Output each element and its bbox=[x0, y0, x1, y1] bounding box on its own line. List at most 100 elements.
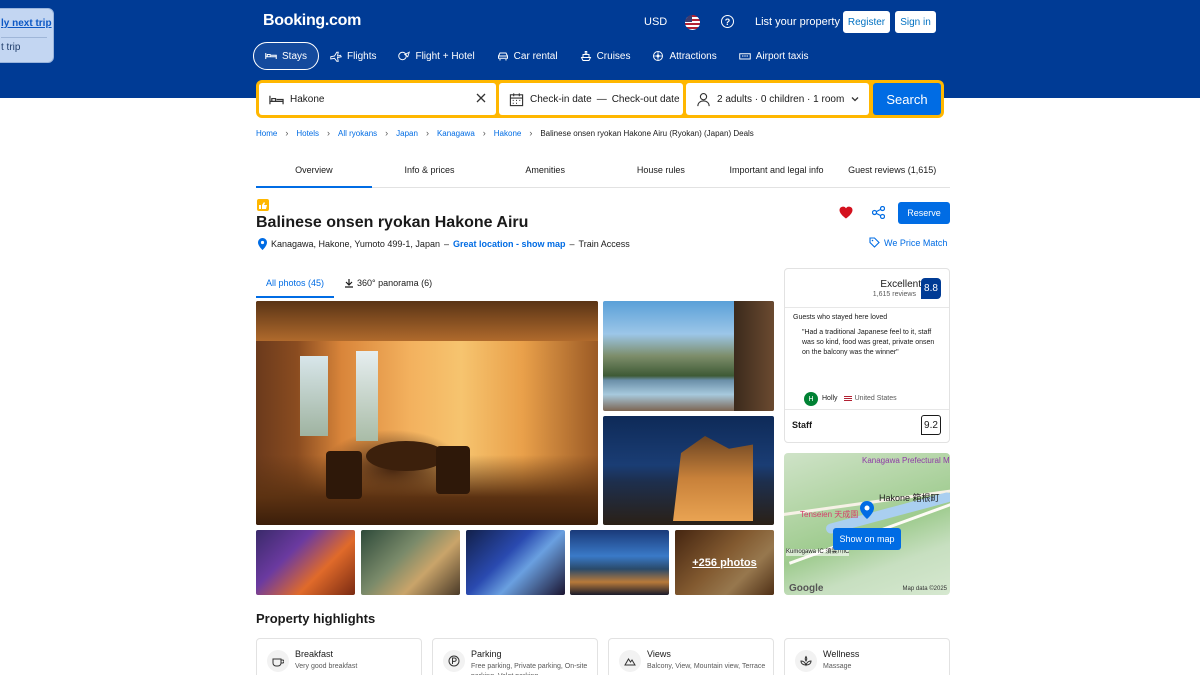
mountain-icon bbox=[624, 658, 636, 666]
tab-amenities[interactable]: Amenities bbox=[487, 155, 603, 187]
tab-overview[interactable]: Overview bbox=[256, 155, 372, 188]
taxi-icon bbox=[738, 53, 751, 60]
train-access-text: Train Access bbox=[578, 239, 630, 249]
booking-logo[interactable]: Booking.com bbox=[263, 12, 361, 30]
onsen-view-photo[interactable] bbox=[603, 301, 774, 411]
highlight-card-parking: Parking Free parking, Private parking, O… bbox=[432, 638, 598, 675]
thumbnail-photo[interactable] bbox=[570, 530, 669, 595]
price-match-link[interactable]: We Price Match bbox=[869, 237, 947, 248]
destination-field[interactable]: Hakone bbox=[259, 83, 496, 115]
photo-frame bbox=[734, 301, 774, 411]
review-word: Excellent bbox=[880, 279, 921, 290]
nav-stays[interactable]: Stays bbox=[253, 42, 320, 70]
us-flag-icon[interactable] bbox=[685, 15, 700, 30]
heart-icon[interactable] bbox=[839, 206, 853, 219]
breadcrumb-kanagawa[interactable]: Kanagawa bbox=[437, 129, 475, 138]
list-property-link[interactable]: List your property bbox=[755, 11, 840, 33]
nav-flight-hotel[interactable]: Flight + Hotel bbox=[387, 42, 485, 70]
tab-info-prices[interactable]: Info & prices bbox=[372, 155, 488, 187]
ship-icon bbox=[580, 51, 591, 61]
next-trip-popup[interactable]: ly next trip t trip bbox=[0, 8, 54, 63]
highlights-title: Property highlights bbox=[256, 611, 376, 626]
breadcrumb-home[interactable]: Home bbox=[256, 129, 277, 138]
coffee-icon bbox=[272, 658, 284, 667]
register-button[interactable]: Register bbox=[843, 11, 890, 33]
flight-hotel-icon bbox=[398, 51, 411, 61]
share-icon[interactable] bbox=[872, 206, 885, 219]
nav-label: Flights bbox=[347, 50, 377, 62]
search-button[interactable]: Search bbox=[873, 83, 941, 115]
map-preview[interactable]: Kanagawa Prefectural Museum of... 神奈川県立生… bbox=[784, 453, 950, 595]
breadcrumb-hakone[interactable]: Hakone bbox=[494, 129, 522, 138]
thumbnail-photo[interactable] bbox=[466, 530, 565, 595]
breadcrumb-japan[interactable]: Japan bbox=[396, 129, 418, 138]
map-label-museum: Kanagawa Prefectural Museum of... 神奈川県立生… bbox=[862, 456, 950, 465]
photo-chair bbox=[436, 446, 470, 494]
tab-panorama[interactable]: 360° panorama (6) bbox=[334, 270, 442, 296]
date-field[interactable]: Check-in date — Check-out date bbox=[499, 83, 683, 115]
highlight-icon-wrap bbox=[619, 650, 641, 672]
nav-label: Airport taxis bbox=[755, 50, 809, 62]
reviewer-name: Holly bbox=[822, 395, 838, 402]
chevron-right-icon: › bbox=[529, 128, 533, 138]
property-title: Balinese onsen ryokan Hakone Airu bbox=[256, 214, 529, 231]
product-nav: Stays Flights Flight + Hotel Car rental … bbox=[253, 42, 820, 70]
nav-airport-taxis[interactable]: Airport taxis bbox=[728, 42, 820, 70]
guests-field[interactable]: 2 adults · 0 children · 1 room bbox=[686, 83, 869, 115]
tab-guest-reviews[interactable]: Guest reviews (1,615) bbox=[834, 155, 950, 187]
reserve-button[interactable]: Reserve bbox=[898, 202, 950, 224]
chevron-right-icon: › bbox=[385, 128, 389, 138]
breadcrumb-hotels[interactable]: Hotels bbox=[296, 129, 319, 138]
breadcrumb: Home › Hotels › All ryokans › Japan › Ka… bbox=[256, 128, 754, 138]
nav-label: Stays bbox=[282, 50, 308, 62]
nav-label: Attractions bbox=[669, 50, 717, 62]
highlight-card-views: Views Balcony, View, Mountain view, Terr… bbox=[608, 638, 774, 675]
help-icon[interactable]: ? bbox=[721, 15, 734, 28]
exterior-night-photo[interactable] bbox=[603, 416, 774, 525]
panorama-label: 360° panorama (6) bbox=[357, 278, 433, 288]
divider bbox=[785, 409, 949, 410]
address-line: Kanagawa, Hakone, Yumoto 499-1, Japan – … bbox=[258, 238, 630, 250]
thumbnail-photo[interactable] bbox=[256, 530, 355, 595]
more-photos-thumbnail[interactable]: +256 photos bbox=[675, 530, 774, 595]
show-map-link[interactable]: Great location - show map bbox=[453, 239, 566, 249]
map-pin-icon bbox=[860, 501, 874, 519]
tab-legal-info[interactable]: Important and legal info bbox=[719, 155, 835, 187]
breadcrumb-ryokans[interactable]: All ryokans bbox=[338, 129, 377, 138]
nav-attractions[interactable]: Attractions bbox=[641, 42, 727, 70]
more-photos-label[interactable]: +256 photos bbox=[675, 530, 774, 595]
chevron-right-icon: › bbox=[285, 128, 289, 138]
photo-chair bbox=[326, 451, 362, 499]
main-photo[interactable] bbox=[256, 301, 598, 525]
tab-house-rules[interactable]: House rules bbox=[603, 155, 719, 187]
highlight-icon-wrap bbox=[443, 650, 465, 672]
signin-button[interactable]: Sign in bbox=[895, 11, 936, 33]
thumbnail-photo[interactable] bbox=[361, 530, 460, 595]
tab-all-photos[interactable]: All photos (45) bbox=[256, 270, 335, 298]
chevron-down-icon bbox=[851, 97, 859, 102]
nav-cruises[interactable]: Cruises bbox=[569, 42, 642, 70]
highlight-card-wellness: Wellness Massage bbox=[784, 638, 950, 675]
chevron-right-icon: › bbox=[425, 128, 429, 138]
car-icon bbox=[497, 52, 508, 61]
staff-score: 9.2 bbox=[921, 415, 941, 435]
map-label-ic: Kumogawa IC 須雲川IC bbox=[786, 549, 850, 556]
photo-window bbox=[356, 351, 378, 441]
currency-selector[interactable]: USD bbox=[644, 11, 667, 33]
close-icon[interactable] bbox=[476, 93, 486, 103]
popup-trip-label[interactable]: t trip bbox=[1, 42, 20, 53]
highlight-name: Views bbox=[647, 649, 671, 659]
avatar: H bbox=[804, 392, 818, 406]
highlight-desc: Massage bbox=[823, 663, 852, 670]
nav-label: Flight + Hotel bbox=[415, 50, 475, 62]
reviewer-info: Holly United States bbox=[822, 395, 897, 402]
chevron-right-icon: › bbox=[482, 128, 486, 138]
staff-label: Staff bbox=[792, 420, 812, 430]
nav-flights[interactable]: Flights bbox=[319, 42, 387, 70]
review-count[interactable]: 1,615 reviews bbox=[873, 291, 916, 298]
nav-car-rental[interactable]: Car rental bbox=[486, 42, 569, 70]
map-data-credit: Map data ©2025 bbox=[902, 586, 947, 592]
spa-icon bbox=[800, 655, 812, 667]
show-on-map-button[interactable]: Show on map bbox=[833, 528, 901, 550]
next-trip-link[interactable]: ly next trip bbox=[1, 18, 52, 29]
